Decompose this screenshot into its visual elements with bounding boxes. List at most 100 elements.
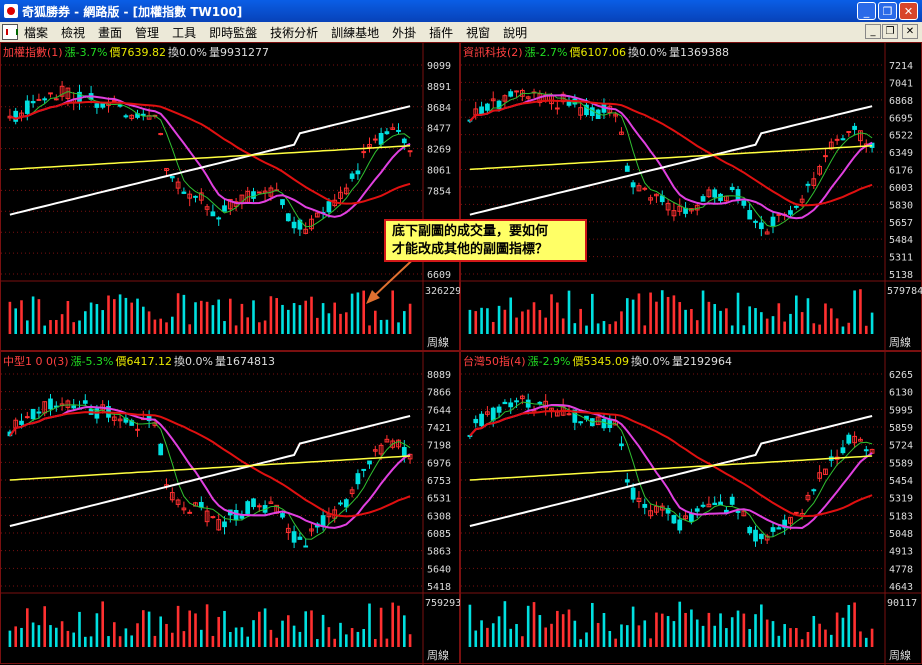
candle-body bbox=[747, 210, 753, 220]
candle-body bbox=[355, 170, 361, 175]
menu-view[interactable]: 檢視 bbox=[61, 24, 85, 41]
mdi-restore-button[interactable]: ❐ bbox=[882, 24, 898, 39]
candle-body bbox=[823, 155, 828, 158]
chart-panel-tw50[interactable]: 6265 6130 5995 5859 5724 5589 5454 5319 5183 5048… bbox=[460, 351, 922, 665]
candle-body bbox=[619, 443, 624, 447]
candle-body bbox=[222, 205, 227, 212]
candle-body bbox=[671, 515, 677, 524]
minimize-button[interactable]: _ bbox=[857, 2, 876, 20]
candle-body bbox=[36, 411, 42, 414]
chart-canvas: 7214 7041 6868 6695 6522 6349 6176 6003 5830 5657… bbox=[461, 43, 922, 352]
candle-body bbox=[776, 527, 782, 530]
menu-file[interactable]: 檔案 bbox=[24, 24, 48, 41]
candle-body bbox=[210, 516, 216, 519]
close-button[interactable]: ✕ bbox=[899, 2, 918, 20]
candle-body bbox=[338, 502, 343, 505]
candle-body bbox=[508, 402, 514, 408]
candle-body bbox=[349, 173, 355, 179]
candle-body bbox=[630, 182, 636, 188]
mdi-minimize-button[interactable]: _ bbox=[865, 24, 881, 39]
index-name: 加權指數(1) bbox=[3, 46, 63, 59]
volume-max-label: 326229 bbox=[425, 286, 461, 297]
menu-screen[interactable]: 畫面 bbox=[98, 24, 122, 41]
candle-body bbox=[30, 408, 36, 420]
price-tick-label: 8269 bbox=[427, 145, 451, 156]
candle-body bbox=[24, 416, 30, 419]
candle-body bbox=[222, 521, 227, 528]
price-tick-label: 7866 bbox=[427, 388, 451, 399]
menu-tools[interactable]: 工具 bbox=[172, 24, 196, 41]
volume-value: 量1674813 bbox=[214, 355, 275, 368]
menu-realtime[interactable]: 即時監盤 bbox=[209, 24, 257, 41]
menu-help[interactable]: 說明 bbox=[503, 24, 527, 41]
chart-panel-mid100[interactable]: 8089 7866 7644 7421 7198 6976 6753 6531 6308 6085… bbox=[0, 351, 461, 665]
price-tick-label: 6868 bbox=[889, 96, 913, 107]
chart-panel-taiex[interactable]: 9099889186848477826980617854702466093262… bbox=[0, 42, 461, 352]
document-icon[interactable] bbox=[2, 24, 18, 40]
chart-canvas: 8089 7866 7644 7421 7198 6976 6753 6531 6308 6085… bbox=[1, 352, 461, 665]
candle-body bbox=[297, 536, 303, 540]
candle-body bbox=[834, 138, 840, 141]
ma-line-short bbox=[469, 401, 873, 538]
price-tick-label: 7198 bbox=[427, 441, 451, 452]
volume-value: 量1369388 bbox=[668, 46, 729, 59]
candle-body bbox=[280, 199, 285, 206]
menu-training[interactable]: 訓練基地 bbox=[331, 24, 379, 41]
price-tick-label: 5418 bbox=[427, 582, 451, 593]
price-tick-label: 7644 bbox=[427, 405, 451, 416]
window-title: 奇狐勝券 - 網路版 - [加權指數 TW100] bbox=[22, 5, 243, 19]
price-tick-label: 8089 bbox=[427, 370, 451, 381]
price-value: 價6107.06 bbox=[569, 46, 627, 59]
candle-body bbox=[280, 513, 285, 518]
chart-area: 9099889186848477826980617854702466093262… bbox=[0, 42, 922, 665]
candle-body bbox=[343, 499, 349, 508]
mdi-close-button[interactable]: ✕ bbox=[902, 24, 918, 39]
ma-line-white bbox=[469, 415, 873, 527]
price-tick-label: 9099 bbox=[427, 61, 451, 72]
change-value: 漲-2.7% bbox=[524, 46, 568, 59]
price-tick-label: 4778 bbox=[889, 564, 913, 575]
index-name: 台灣50指(4) bbox=[463, 355, 526, 368]
menu-items: 檔案 檢視 畫面 管理 工具 即時監盤 技術分析 訓練基地 外掛 插件 視窗 說… bbox=[24, 24, 540, 41]
candle-body bbox=[852, 125, 857, 130]
candle-body bbox=[496, 406, 502, 413]
candle-body bbox=[401, 447, 407, 456]
candle-body bbox=[566, 413, 572, 416]
price-tick-label: 6130 bbox=[889, 388, 913, 399]
menu-plugin[interactable]: 插件 bbox=[429, 24, 453, 41]
candle-body bbox=[53, 98, 59, 101]
candle-body bbox=[735, 510, 741, 513]
candle-body bbox=[117, 104, 123, 107]
price-tick-label: 6522 bbox=[889, 131, 913, 142]
price-tick-label: 5589 bbox=[889, 458, 913, 469]
change-value: 漲-2.9% bbox=[527, 355, 571, 368]
candle-body bbox=[361, 151, 367, 154]
price-tick-label: 6085 bbox=[427, 529, 451, 540]
candle-body bbox=[601, 418, 607, 429]
candle-body bbox=[326, 201, 332, 213]
menu-window[interactable]: 視窗 bbox=[466, 24, 490, 41]
candle-body bbox=[378, 133, 384, 145]
candle-body bbox=[514, 400, 519, 403]
ma-line-long bbox=[9, 411, 411, 518]
candle-body bbox=[169, 176, 175, 179]
menu-manage[interactable]: 管理 bbox=[135, 24, 159, 41]
price-tick-label: 4643 bbox=[889, 582, 913, 593]
menu-technical[interactable]: 技術分析 bbox=[270, 24, 318, 41]
candle-body bbox=[320, 515, 326, 527]
app-icon[interactable] bbox=[4, 4, 18, 18]
candle-body bbox=[578, 421, 584, 424]
candle-body bbox=[193, 195, 198, 198]
candle-body bbox=[741, 200, 747, 206]
menu-addon[interactable]: 外掛 bbox=[392, 24, 416, 41]
candle-body bbox=[245, 501, 251, 514]
ma-line-short bbox=[9, 404, 411, 540]
panel-header: 資訊科技(2) 漲-2.7% 價6107.06 換0.0% 量1369388 bbox=[463, 44, 729, 60]
candle-body bbox=[24, 100, 30, 114]
candle-body bbox=[94, 103, 100, 108]
price-tick-label: 6003 bbox=[889, 183, 913, 194]
maximize-button[interactable]: ❐ bbox=[878, 2, 897, 20]
chart-panel-tech[interactable]: 7214 7041 6868 6695 6522 6349 6176 6003 5830 5657… bbox=[460, 42, 922, 352]
candle-body bbox=[479, 106, 484, 115]
candle-body bbox=[355, 473, 361, 485]
